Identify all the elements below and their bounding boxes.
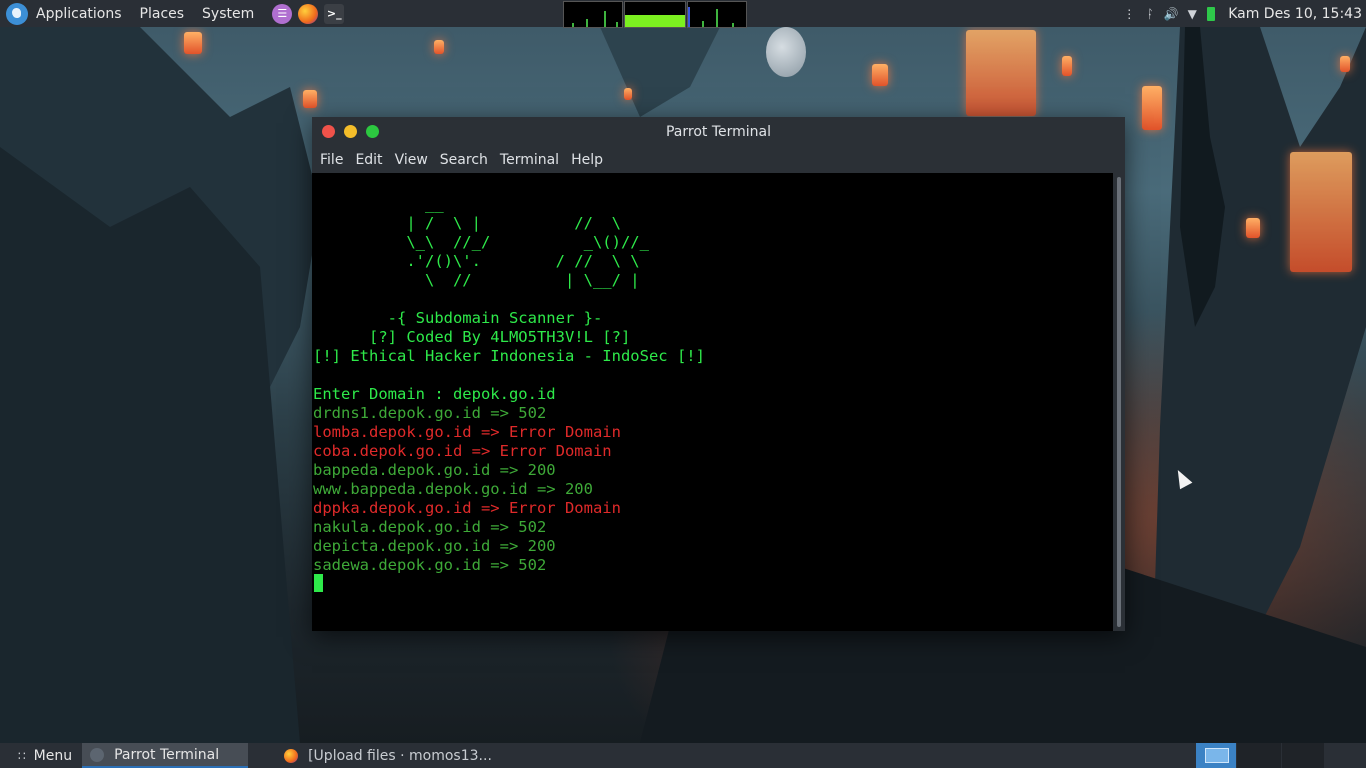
- terminal-line: bappeda.depok.go.id => 200: [313, 461, 556, 479]
- window-title: Parrot Terminal: [665, 124, 772, 140]
- lantern: [303, 90, 317, 108]
- lantern: [1246, 218, 1260, 238]
- lantern: [434, 40, 444, 54]
- top-panel: Applications Places System ☰ >_ ⋮ ᛛ 🔊 ▼ …: [0, 0, 1366, 28]
- lantern: [872, 64, 888, 86]
- terminal-line: dppka.depok.go.id => Error Domain: [313, 499, 621, 517]
- menu-label: Menu: [33, 747, 73, 764]
- task-parrot-terminal[interactable]: Parrot Terminal: [82, 743, 249, 768]
- lantern: [1290, 152, 1352, 272]
- menu-button[interactable]: ∷ Menu: [0, 743, 78, 768]
- cpu-monitor: [563, 1, 623, 28]
- lantern: [1142, 86, 1162, 130]
- grid-icon: ∷: [18, 748, 26, 763]
- terminal-line: nakula.depok.go.id => 502: [313, 518, 547, 536]
- scrollbar[interactable]: [1113, 173, 1125, 631]
- terminal-cursor: [314, 574, 323, 592]
- terminal-line: -{ Subdomain Scanner }-: [313, 309, 603, 327]
- terminal-line: sadewa.depok.go.id => 502: [313, 556, 547, 574]
- terminal-line: __: [313, 195, 444, 213]
- workspace-2[interactable]: [1237, 743, 1281, 768]
- task-upload-files[interactable]: [Upload files · momos13...: [276, 743, 500, 768]
- parrot-logo-icon[interactable]: [6, 2, 28, 25]
- lantern: [966, 30, 1036, 116]
- network-monitor: [687, 1, 747, 28]
- volume-icon[interactable]: 🔊: [1164, 7, 1179, 21]
- workspace-3[interactable]: [1282, 743, 1324, 768]
- menu-search[interactable]: Search: [440, 152, 492, 168]
- firefox-icon[interactable]: [298, 3, 319, 24]
- terminal-line: drdns1.depok.go.id => 502: [313, 404, 547, 422]
- bluetooth-icon[interactable]: ᛛ: [1144, 7, 1156, 21]
- menu-edit[interactable]: Edit: [355, 152, 386, 168]
- bottom-panel: ∷ Menu Parrot Terminal [Upload files · m…: [0, 743, 1366, 768]
- system-menu[interactable]: System: [202, 6, 254, 22]
- system-tray: ⋮ ᛛ 🔊 ▼ Kam Des 10, 15:43: [1123, 0, 1362, 27]
- lantern: [1062, 56, 1072, 76]
- memory-monitor: [624, 1, 686, 28]
- menu-view[interactable]: View: [395, 152, 432, 168]
- terminal-icon: [90, 747, 105, 762]
- menu-terminal[interactable]: Terminal: [500, 152, 563, 168]
- terminal-window: Parrot Terminal File Edit View Search Te…: [312, 117, 1125, 631]
- battery-icon[interactable]: [1207, 6, 1216, 21]
- terminal-line: [?] Coded By 4LMO5TH3V!L [?]: [313, 328, 631, 346]
- task-label: [Upload files · momos13...: [308, 747, 492, 764]
- more-icon[interactable]: ⋮: [1123, 7, 1135, 21]
- workspace-1[interactable]: [1196, 743, 1236, 768]
- terminal-icon[interactable]: >_: [324, 3, 345, 24]
- text-editor-icon[interactable]: ☰: [272, 3, 293, 24]
- terminal-line: \ // | \__/ |: [313, 271, 640, 289]
- terminal-line: | / \ | // \: [313, 214, 621, 232]
- terminal-line: www.bappeda.depok.go.id => 200: [313, 480, 593, 498]
- clock[interactable]: Kam Des 10, 15:43: [1228, 6, 1362, 22]
- menu-help[interactable]: Help: [571, 152, 607, 168]
- scrollbar-thumb[interactable]: [1117, 177, 1121, 627]
- menu-file[interactable]: File: [320, 152, 347, 168]
- terminal-line: coba.depok.go.id => Error Domain: [313, 442, 612, 460]
- terminal-line: [!] Ethical Hacker Indonesia - IndoSec […: [313, 347, 705, 365]
- task-label: Parrot Terminal: [114, 746, 220, 763]
- terminal-line: Enter Domain : depok.go.id: [313, 385, 556, 403]
- top-panel-left: Applications Places System ☰ >_: [0, 0, 350, 27]
- lantern: [1340, 56, 1350, 72]
- terminal-line: depicta.depok.go.id => 200: [313, 537, 556, 555]
- menubar: File Edit View Search Terminal Help: [312, 146, 1125, 173]
- lantern: [624, 88, 632, 100]
- wifi-icon[interactable]: ▼: [1186, 7, 1198, 21]
- window-titlebar[interactable]: Parrot Terminal: [312, 117, 1125, 146]
- terminal-line: \_\ //_/ _\()//_: [313, 233, 649, 251]
- applications-menu[interactable]: Applications: [36, 6, 122, 22]
- firefox-icon: [284, 748, 299, 763]
- terminal-output[interactable]: __ | / \ | // \ \_\ //_/ _\()//_ .'/()\'…: [312, 173, 1113, 631]
- terminal-line: .'/()\'. / // \ \: [313, 252, 640, 270]
- terminal-line: lomba.depok.go.id => Error Domain: [313, 423, 621, 441]
- moon: [766, 27, 806, 77]
- places-menu[interactable]: Places: [140, 6, 185, 22]
- lantern: [184, 32, 202, 54]
